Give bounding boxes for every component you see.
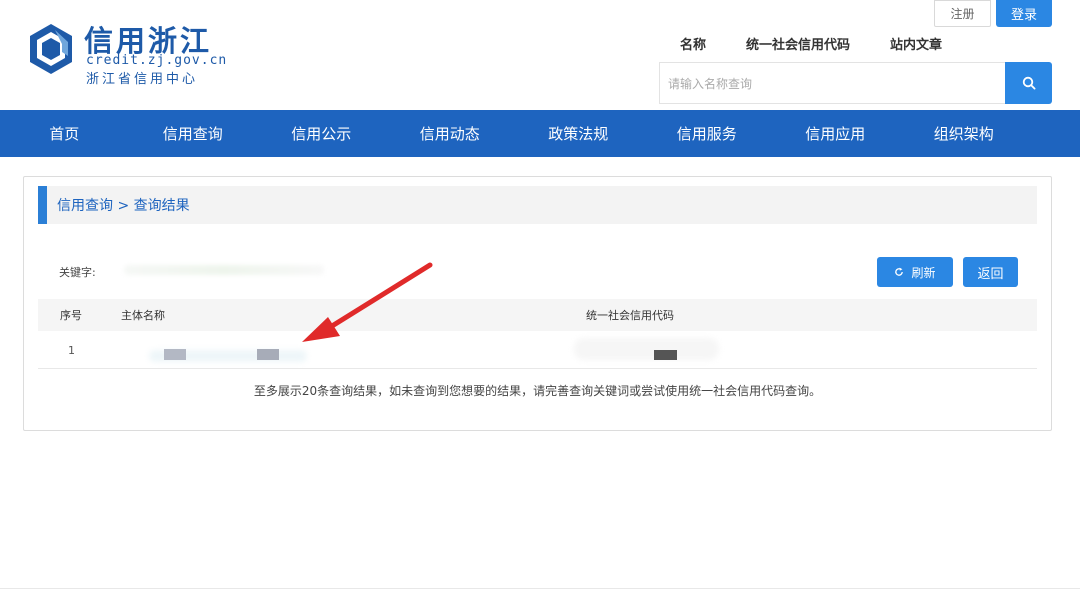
search-input[interactable]: 请输入名称查询 bbox=[659, 62, 1006, 104]
row-index: 1 bbox=[68, 343, 75, 357]
results-note: 至多展示20条查询结果，如未查询到您想要的结果，请完善查询关键词或尝试使用统一社… bbox=[253, 384, 822, 398]
nav-item-organization[interactable]: 组织架构 bbox=[900, 110, 1029, 157]
search-tab-name[interactable]: 名称 bbox=[680, 34, 706, 53]
nav-item-home[interactable]: 首页 bbox=[0, 110, 129, 157]
entity-name-redaction-block bbox=[257, 349, 279, 360]
nav-item-credit-applications[interactable]: 信用应用 bbox=[771, 110, 900, 157]
table-header: 序号 主体名称 统一社会信用代码 bbox=[38, 299, 1037, 331]
nav-item-credit-services[interactable]: 信用服务 bbox=[643, 110, 772, 157]
site-header: 信用浙江 credit.zj.gov.cn 浙江省信用中心 注册 登录 名称 统… bbox=[0, 0, 1080, 110]
credit-code-redaction-block bbox=[654, 350, 677, 360]
logo-subtitle: 浙江省信用中心 bbox=[86, 72, 199, 87]
site-logo[interactable]: 信用浙江 credit.zj.gov.cn 浙江省信用中心 bbox=[28, 18, 228, 87]
column-header-index: 序号 bbox=[60, 309, 82, 322]
credit-code-redacted bbox=[574, 338, 719, 360]
page-bottom-divider bbox=[0, 588, 1080, 589]
refresh-button[interactable]: 刷新 bbox=[877, 257, 953, 287]
logo-url: credit.zj.gov.cn bbox=[86, 53, 228, 68]
nav-item-policies[interactable]: 政策法规 bbox=[514, 110, 643, 157]
results-panel: 信用查询 > 查询结果 关键字: 刷新 返回 序号 主体名称 统一社会信用代码 … bbox=[23, 176, 1052, 431]
search-tab-credit-code[interactable]: 统一社会信用代码 bbox=[746, 34, 850, 53]
breadcrumb: 信用查询 > 查询结果 bbox=[38, 186, 1037, 224]
search-button[interactable] bbox=[1005, 62, 1052, 104]
refresh-label: 刷新 bbox=[911, 265, 936, 280]
search-tab-articles[interactable]: 站内文章 bbox=[890, 34, 942, 53]
login-button[interactable]: 登录 bbox=[996, 0, 1052, 27]
register-button[interactable]: 注册 bbox=[934, 0, 991, 27]
column-header-credit-code: 统一社会信用代码 bbox=[586, 309, 674, 322]
search-icon bbox=[1022, 76, 1036, 90]
column-header-entity-name: 主体名称 bbox=[121, 309, 165, 322]
keyword-value-redacted bbox=[124, 265, 324, 275]
nav-item-credit-publicity[interactable]: 信用公示 bbox=[257, 110, 386, 157]
keyword-label: 关键字: bbox=[59, 266, 96, 279]
search-type-tabs: 名称 统一社会信用代码 站内文章 bbox=[680, 34, 982, 53]
breadcrumb-text: 信用查询 > 查询结果 bbox=[57, 198, 190, 214]
back-button[interactable]: 返回 bbox=[963, 257, 1018, 287]
logo-emblem-icon bbox=[30, 24, 72, 74]
refresh-icon bbox=[895, 267, 904, 276]
nav-item-credit-query[interactable]: 信用查询 bbox=[129, 110, 258, 157]
main-nav: 首页 信用查询 信用公示 信用动态 政策法规 信用服务 信用应用 组织架构 bbox=[0, 110, 1080, 157]
entity-name-redaction-block bbox=[164, 349, 186, 360]
nav-item-credit-news[interactable]: 信用动态 bbox=[386, 110, 515, 157]
red-arrow-annotation-icon bbox=[302, 262, 433, 342]
breadcrumb-accent bbox=[38, 186, 47, 224]
